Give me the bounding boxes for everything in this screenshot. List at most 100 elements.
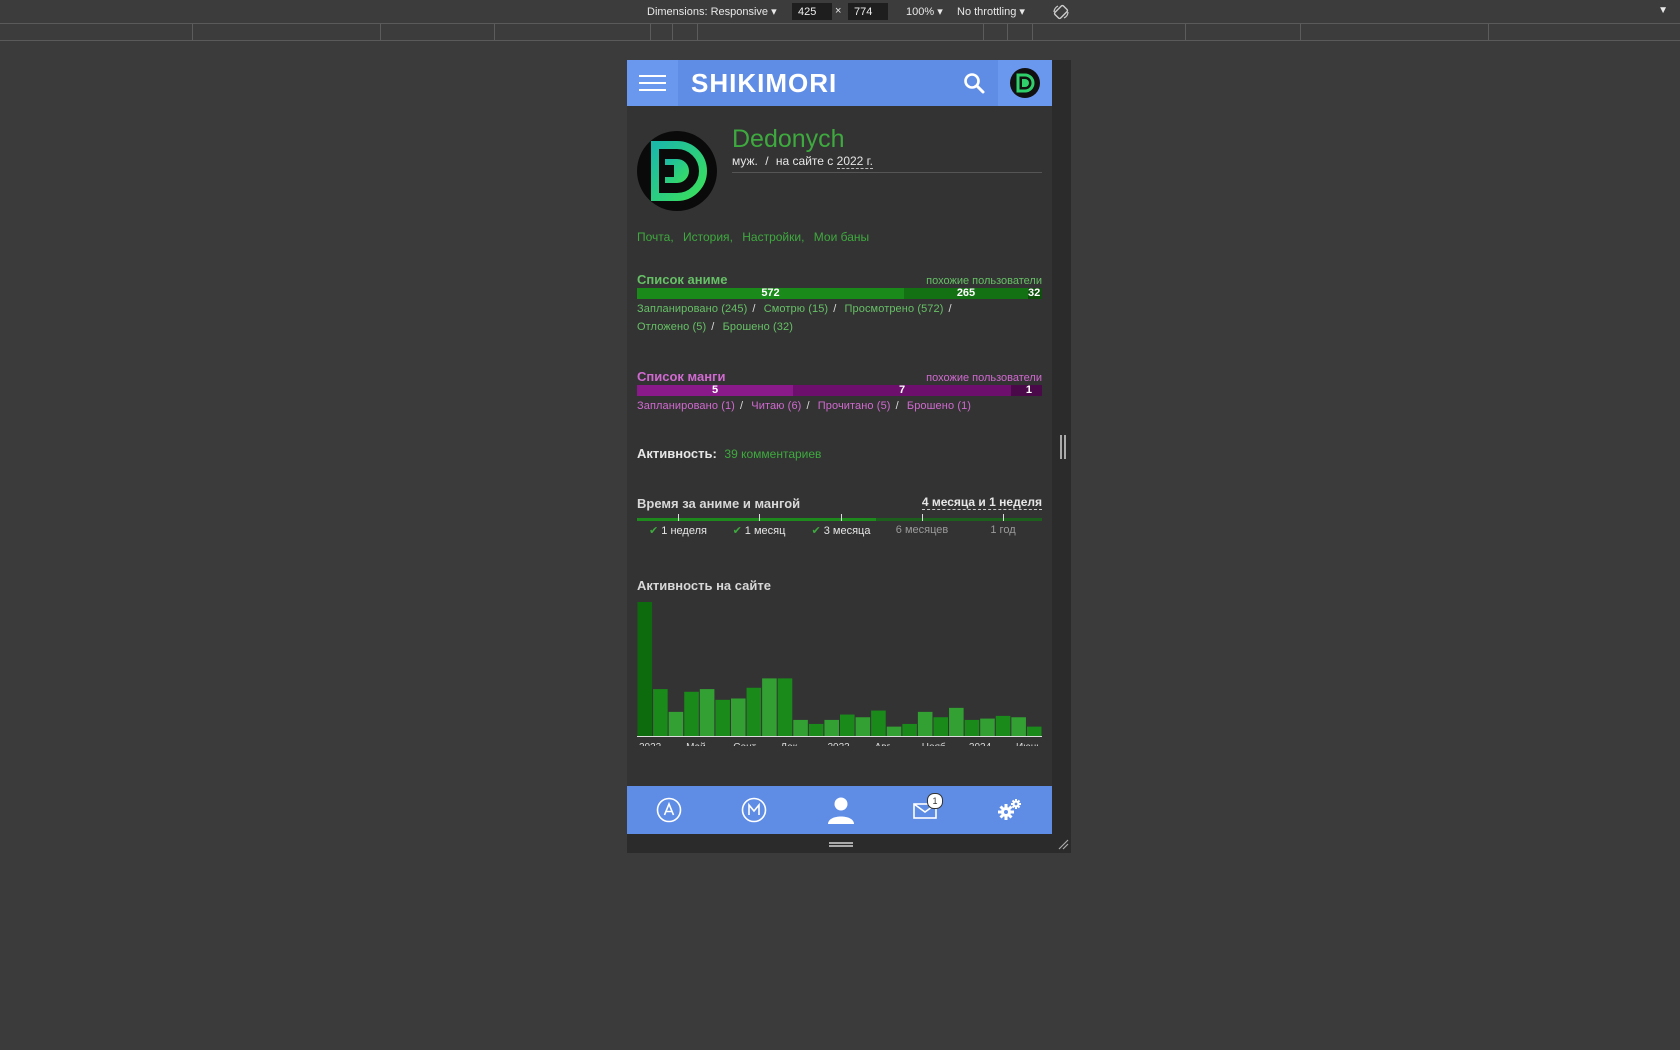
- divider: [732, 172, 1042, 173]
- comments-link[interactable]: 39 комментариев: [724, 447, 821, 461]
- site-activity-title: Активность на сайте: [637, 578, 771, 593]
- gender: муж.: [732, 154, 758, 168]
- activity-bar[interactable]: [855, 717, 871, 736]
- resize-corner-icon[interactable]: [1057, 838, 1069, 850]
- throttling-label: No throttling: [957, 6, 1017, 18]
- anime-statuses-line1: Запланировано (245) / Смотрю (15) / Просмо…: [637, 303, 952, 315]
- time-progress-track: [637, 514, 1042, 521]
- dimensions-dropdown[interactable]: Dimensions: Responsive ▾: [647, 5, 777, 18]
- link-history[interactable]: История: [683, 230, 730, 244]
- status-completed[interactable]: Просмотрено (572): [845, 303, 944, 315]
- activity-bar[interactable]: [824, 719, 839, 736]
- link-mail[interactable]: Почта: [637, 230, 670, 244]
- activity-bar[interactable]: [995, 715, 1011, 736]
- check-icon: ✔: [811, 525, 821, 537]
- activity-bar[interactable]: [762, 678, 777, 736]
- link-settings[interactable]: Настройки: [742, 230, 801, 244]
- activity-bar[interactable]: [871, 710, 886, 736]
- site-logo[interactable]: SHIKIMORI: [691, 68, 837, 99]
- activity-bar[interactable]: [933, 717, 949, 736]
- throttling-dropdown[interactable]: No throttling ▾: [957, 5, 1025, 18]
- activity-bar[interactable]: [653, 689, 668, 736]
- anime-statuses-line2: Отложено (5) / Брошено (32): [637, 321, 793, 333]
- search-icon[interactable]: [963, 72, 985, 94]
- status-planned[interactable]: Запланировано (245): [637, 303, 747, 315]
- activity-bar[interactable]: [1026, 726, 1042, 736]
- anime-similar-users-link[interactable]: похожие пользователи: [926, 275, 1042, 287]
- manga-status-bar: 5 7 1: [637, 385, 1042, 396]
- profile-avatar[interactable]: [637, 131, 717, 211]
- resize-handle-right[interactable]: [1060, 435, 1066, 459]
- anime-list-title[interactable]: Список аниме: [637, 272, 727, 287]
- anime-nav-icon[interactable]: [656, 797, 682, 823]
- check-icon: ✔: [732, 525, 742, 537]
- more-options-icon[interactable]: ▼: [1658, 5, 1668, 16]
- since-prefix: на сайте с: [775, 154, 834, 168]
- profile-nav-icon[interactable]: [826, 795, 856, 825]
- activity-bar[interactable]: [917, 711, 933, 736]
- time-milestone: 6 месяцев: [896, 524, 948, 536]
- rotate-icon[interactable]: [1052, 3, 1070, 21]
- anime-bar-segment[interactable]: 572: [637, 288, 904, 299]
- activity-bar[interactable]: [793, 719, 808, 736]
- activity-bar[interactable]: [699, 689, 715, 736]
- anime-status-bar: 572 265 32: [637, 288, 1042, 299]
- user-avatar-button[interactable]: [998, 60, 1052, 106]
- status-on-hold[interactable]: Отложено (5): [637, 321, 706, 333]
- hamburger-menu-button[interactable]: [627, 60, 678, 106]
- activity-bar[interactable]: [949, 707, 964, 736]
- manga-nav-icon[interactable]: [741, 797, 767, 823]
- activity-bar[interactable]: [808, 723, 824, 736]
- status-dropped[interactable]: Брошено (1): [907, 400, 971, 412]
- time-milestone: 1 год: [990, 524, 1015, 536]
- site-header: SHIKIMORI: [627, 60, 1052, 106]
- manga-bar-segment[interactable]: 5: [637, 385, 793, 396]
- activity-bar[interactable]: [668, 711, 684, 736]
- activity-bar[interactable]: [730, 698, 746, 736]
- activity-bar[interactable]: [886, 726, 902, 736]
- status-dropped[interactable]: Брошено (32): [723, 321, 793, 333]
- link-bans[interactable]: Мои баны: [814, 230, 869, 244]
- menu-icon: [639, 75, 666, 77]
- since-year[interactable]: 2022 г.: [836, 154, 873, 169]
- status-reading[interactable]: Читаю (6): [751, 400, 801, 412]
- zoom-dropdown[interactable]: 100% ▾: [906, 5, 943, 18]
- milestone-label: 3 месяца: [823, 525, 871, 537]
- manga-bar-segment[interactable]: 7: [793, 385, 1011, 396]
- activity-bar[interactable]: [684, 691, 699, 736]
- manga-similar-users-link[interactable]: похожие пользователи: [926, 372, 1042, 384]
- activity-bar[interactable]: [902, 723, 917, 736]
- anime-bar-segment[interactable]: 265: [904, 288, 1028, 299]
- activity-bar[interactable]: [840, 714, 855, 736]
- page-viewport: SHIKIMORI Dedonych муж. / на сайте с 202…: [627, 60, 1052, 834]
- chart-x-label: Сент.: [733, 742, 758, 746]
- anime-bar-segment[interactable]: 32: [1028, 288, 1042, 299]
- chart-x-label: Дек.: [780, 742, 800, 746]
- width-input[interactable]: 425: [792, 3, 832, 20]
- height-input[interactable]: 774: [848, 3, 888, 20]
- milestone-label: 1 неделя: [661, 525, 707, 537]
- activity-bar[interactable]: [980, 718, 995, 736]
- activity-row: Активность: 39 комментариев: [637, 446, 821, 461]
- chart-x-label: Июнь: [1016, 742, 1041, 746]
- manga-bar-segment[interactable]: 1: [1011, 385, 1042, 396]
- activity-bar[interactable]: [746, 687, 762, 736]
- activity-bar[interactable]: [637, 602, 653, 736]
- status-watching[interactable]: Смотрю (15): [764, 303, 829, 315]
- status-planned[interactable]: Запланировано (1): [637, 400, 735, 412]
- chart-x-label: 2024: [969, 742, 992, 746]
- activity-bar[interactable]: [777, 678, 793, 736]
- settings-gear-icon[interactable]: [997, 797, 1023, 823]
- times-sign: ×: [835, 5, 842, 17]
- activity-bar[interactable]: [715, 699, 730, 736]
- manga-list-title[interactable]: Список манги: [637, 369, 725, 384]
- status-completed[interactable]: Прочитано (5): [818, 400, 891, 412]
- resize-handle-bottom[interactable]: [829, 842, 853, 847]
- chart-x-label: 2022: [639, 742, 662, 746]
- time-spent-value[interactable]: 4 месяца и 1 неделя: [921, 495, 1042, 510]
- chart-x-label: Авг.: [875, 742, 892, 746]
- device-frame: SHIKIMORI Dedonych муж. / на сайте с 202…: [627, 60, 1071, 853]
- activity-bar[interactable]: [964, 719, 980, 736]
- activity-bar[interactable]: [1011, 717, 1026, 736]
- chart-x-label: Нояб.: [922, 741, 949, 746]
